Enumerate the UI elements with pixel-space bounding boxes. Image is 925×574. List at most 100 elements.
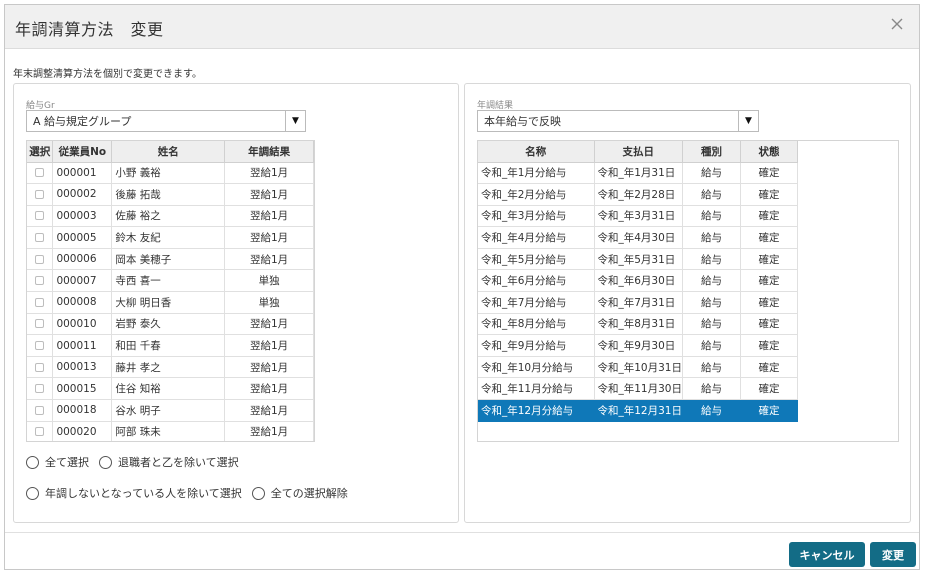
- employee-row[interactable]: 000005 鈴木 友紀 翌給1月: [27, 226, 314, 249]
- employee-no: 000013: [52, 356, 113, 379]
- payroll-row[interactable]: 令和_年12月分給与 令和_年12月31日 給与 確定: [478, 399, 798, 422]
- radio-circle[interactable]: [26, 455, 39, 469]
- radio-circle[interactable]: [99, 455, 112, 469]
- employee-name: 寺西 喜一: [111, 269, 226, 293]
- result-select[interactable]: 本年給与で反映 ▼: [477, 110, 759, 132]
- row-checkbox[interactable]: [35, 168, 45, 178]
- row-checkbox-cell[interactable]: [27, 421, 54, 441]
- group-select[interactable]: A 給与規定グループ ▼: [26, 110, 306, 132]
- row-checkbox-cell[interactable]: [27, 291, 54, 314]
- radio-circle[interactable]: [251, 486, 265, 500]
- row-checkbox[interactable]: [35, 254, 45, 264]
- row-checkbox[interactable]: [35, 319, 45, 329]
- employee-grid: 選択 従業員No 姓名 年調結果 000001 小野 義裕 翌給1月 000002 後藤…: [26, 140, 315, 442]
- row-checkbox-cell[interactable]: [27, 162, 54, 185]
- radio-select-all[interactable]: 全て選択: [26, 454, 89, 470]
- employee-name: 鈴木 友紀: [111, 226, 226, 249]
- payroll-row[interactable]: 令和_年6月分給与 令和_年6月30日 給与 確定: [478, 269, 798, 293]
- payroll-row[interactable]: 令和_年5月分給与 令和_年5月31日 給与 確定: [478, 248, 798, 271]
- row-checkbox[interactable]: [35, 233, 45, 243]
- row-checkbox-cell[interactable]: [27, 248, 54, 271]
- payroll-date: 令和_年11月30日: [594, 377, 683, 401]
- employee-row[interactable]: 000018 谷水 明子 翌給1月: [27, 399, 314, 422]
- col-header-result[interactable]: 年調結果: [224, 141, 314, 163]
- payroll-row[interactable]: 令和_年2月分給与 令和_年2月28日 給与 確定: [478, 183, 798, 206]
- row-checkbox-cell[interactable]: [27, 205, 54, 228]
- payroll-date: 令和_年5月31日: [594, 248, 683, 271]
- payroll-state: 確定: [740, 248, 798, 271]
- row-checkbox-cell[interactable]: [27, 269, 54, 293]
- radio-label: 全て選択: [45, 456, 89, 469]
- row-checkbox[interactable]: [35, 384, 45, 394]
- payroll-row[interactable]: 令和_年4月分給与 令和_年4月30日 給与 確定: [478, 226, 798, 249]
- payroll-state: 確定: [740, 226, 798, 249]
- row-checkbox[interactable]: [35, 362, 45, 372]
- row-checkbox[interactable]: [35, 189, 45, 199]
- col-header-select[interactable]: 選択: [27, 141, 54, 163]
- radio-row-2: 年調しないとなっている人を除いて選択 全ての選択解除: [26, 485, 358, 501]
- radio-label: 退職者と乙を除いて選択: [118, 456, 239, 469]
- employee-name: 大柳 明日香: [111, 291, 226, 314]
- employee-result: 翌給1月: [224, 248, 314, 271]
- payroll-row[interactable]: 令和_年3月分給与 令和_年3月31日 給与 確定: [478, 205, 798, 228]
- row-checkbox-cell[interactable]: [27, 226, 54, 249]
- employee-result: 翌給1月: [224, 421, 314, 441]
- col-header-pay-date[interactable]: 支払日: [594, 141, 683, 163]
- row-checkbox-cell[interactable]: [27, 399, 54, 422]
- employee-result: 翌給1月: [224, 183, 314, 206]
- radio-exclude-retired[interactable]: 退職者と乙を除いて選択: [99, 454, 239, 470]
- close-icon[interactable]: [889, 16, 905, 32]
- col-header-state[interactable]: 状態: [740, 141, 798, 163]
- employee-no: 000001: [52, 162, 113, 185]
- row-checkbox[interactable]: [35, 405, 45, 415]
- employee-no: 000020: [52, 421, 113, 441]
- row-checkbox-cell[interactable]: [27, 334, 54, 357]
- row-checkbox[interactable]: [35, 427, 45, 437]
- employee-row[interactable]: 000020 阿部 珠未 翌給1月: [27, 421, 314, 441]
- row-checkbox[interactable]: [35, 341, 45, 351]
- employee-row[interactable]: 000006 岡本 美穂子 翌給1月: [27, 248, 314, 271]
- payroll-row[interactable]: 令和_年8月分給与 令和_年8月31日 給与 確定: [478, 313, 798, 336]
- payroll-type: 給与: [682, 399, 741, 422]
- change-button[interactable]: 変更: [870, 542, 916, 567]
- employee-row[interactable]: 000008 大柳 明日香 単独: [27, 291, 314, 314]
- employee-row[interactable]: 000010 岩野 泰久 翌給1月: [27, 313, 314, 336]
- col-header-type[interactable]: 種別: [682, 141, 741, 163]
- col-header-name[interactable]: 姓名: [111, 141, 226, 163]
- row-checkbox-cell[interactable]: [27, 356, 54, 379]
- payroll-title: 令和_年5月分給与: [478, 248, 595, 271]
- payroll-date: 令和_年4月30日: [594, 226, 683, 249]
- payroll-state: 確定: [740, 183, 798, 206]
- row-checkbox-cell[interactable]: [27, 313, 54, 336]
- row-checkbox[interactable]: [35, 297, 45, 307]
- payroll-state: 確定: [740, 377, 798, 401]
- dropdown-arrow-icon[interactable]: ▼: [285, 111, 305, 131]
- payroll-row[interactable]: 令和_年11月分給与 令和_年11月30日 給与 確定: [478, 377, 798, 401]
- payroll-type: 給与: [682, 162, 741, 185]
- cancel-button[interactable]: キャンセル: [789, 542, 865, 567]
- payroll-type: 給与: [682, 291, 741, 314]
- employee-row[interactable]: 000001 小野 義裕 翌給1月: [27, 162, 314, 185]
- col-header-title[interactable]: 名称: [478, 141, 595, 163]
- dropdown-arrow-icon[interactable]: ▼: [738, 111, 758, 131]
- employee-row[interactable]: 000003 佐藤 裕之 翌給1月: [27, 205, 314, 228]
- radio-exclude-no-adjust[interactable]: 年調しないとなっている人を除いて選択: [26, 485, 242, 501]
- payroll-row[interactable]: 令和_年10月分給与 令和_年10月31日 給与 確定: [478, 356, 798, 379]
- row-checkbox-cell[interactable]: [27, 183, 54, 206]
- payroll-row[interactable]: 令和_年1月分給与 令和_年1月31日 給与 確定: [478, 162, 798, 185]
- employee-row[interactable]: 000013 藤井 孝之 翌給1月: [27, 356, 314, 379]
- row-checkbox[interactable]: [35, 211, 45, 221]
- employee-row[interactable]: 000002 後藤 拓哉 翌給1月: [27, 183, 314, 206]
- payroll-row[interactable]: 令和_年9月分給与 令和_年9月30日 給与 確定: [478, 334, 798, 357]
- radio-circle[interactable]: [26, 486, 39, 500]
- payroll-row[interactable]: 令和_年7月分給与 令和_年7月31日 給与 確定: [478, 291, 798, 314]
- col-header-employee-no[interactable]: 従業員No: [52, 141, 113, 163]
- employee-row[interactable]: 000015 住谷 知裕 翌給1月: [27, 377, 314, 401]
- row-checkbox-cell[interactable]: [27, 377, 54, 401]
- employee-row[interactable]: 000011 和田 千春 翌給1月: [27, 334, 314, 357]
- payroll-date: 令和_年6月30日: [594, 269, 683, 293]
- row-checkbox[interactable]: [35, 276, 45, 286]
- radio-clear-all[interactable]: 全ての選択解除: [251, 485, 348, 501]
- employee-row[interactable]: 000007 寺西 喜一 単独: [27, 269, 314, 293]
- employee-name: 阿部 珠未: [111, 421, 226, 441]
